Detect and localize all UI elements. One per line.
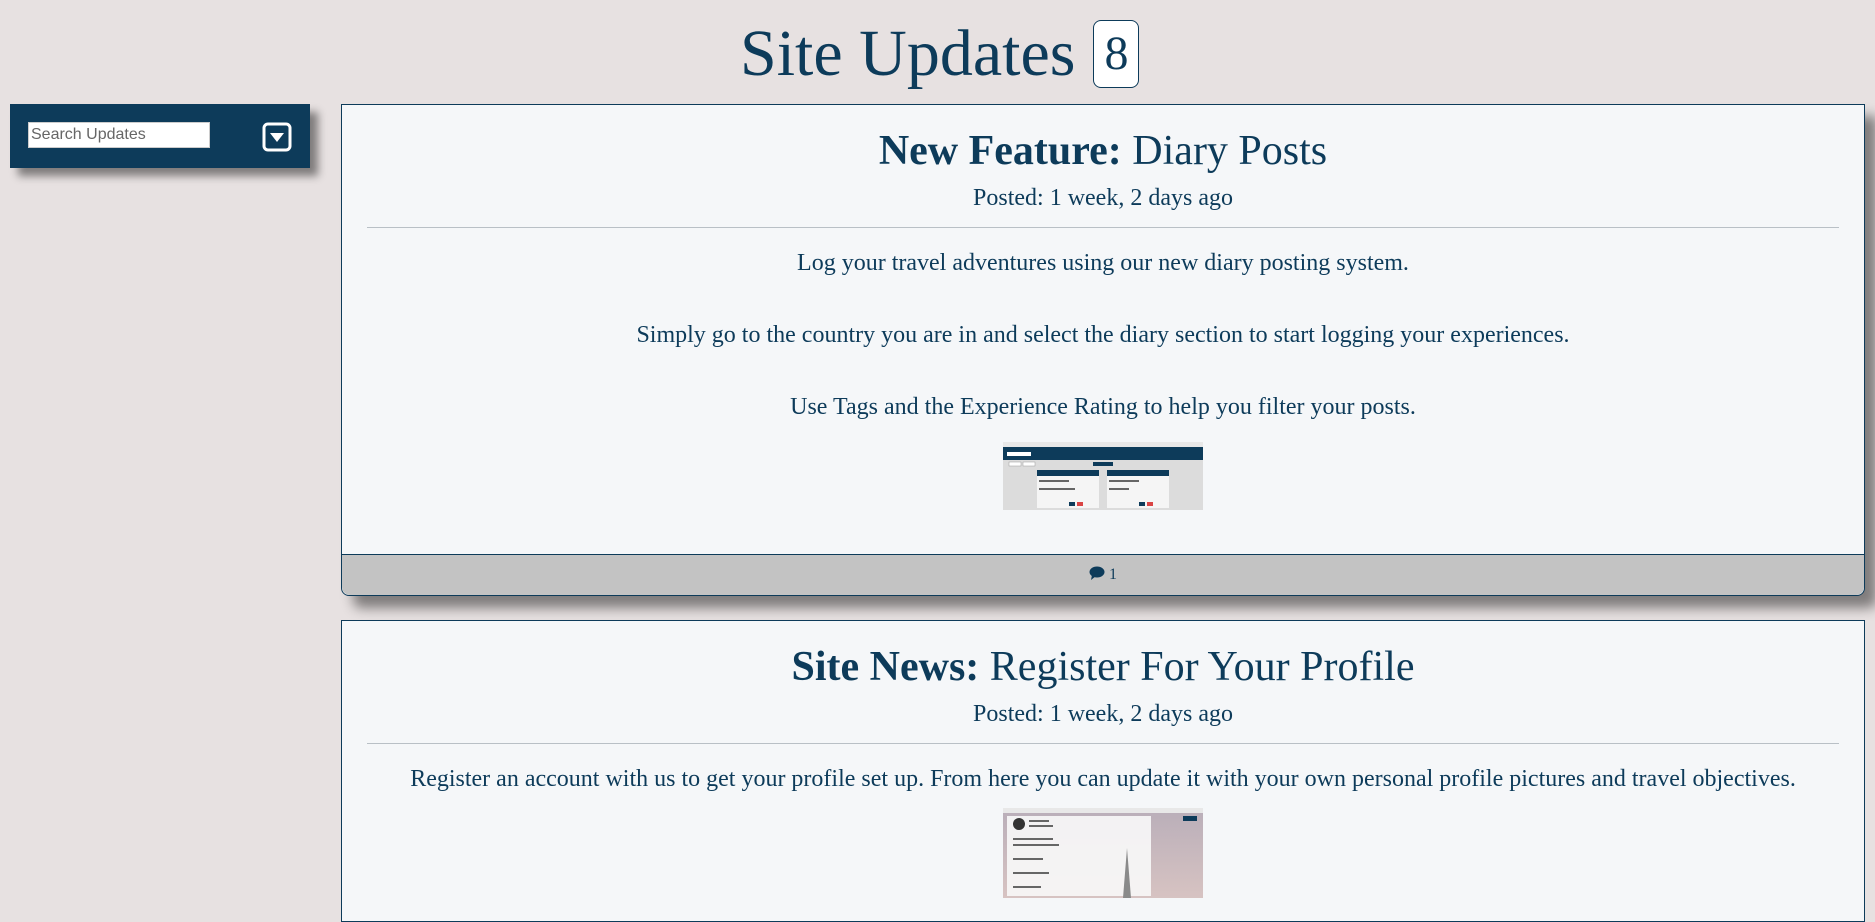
post-title: Register For Your Profile (989, 644, 1415, 690)
post-footer: 1 (342, 554, 1864, 595)
post-paragraph: Use Tags and the Experience Rating to he… (790, 394, 1416, 420)
speech-bubble-icon[interactable] (1089, 566, 1105, 585)
divider (367, 743, 1839, 744)
diary-screenshot-thumbnail[interactable] (1003, 442, 1203, 510)
page-header: Site Updates 8 (740, 17, 1140, 90)
post-date: Posted: 1 week, 2 days ago (973, 701, 1233, 727)
post-paragraph: Simply go to the country you are in and … (636, 322, 1570, 348)
divider (367, 227, 1839, 228)
page-title: Site Updates (740, 17, 1076, 90)
update-card: New Feature: Diary Posts Posted: 1 week,… (341, 104, 1865, 596)
post-category: New Feature: (878, 128, 1122, 174)
post-heading: Site News: Register For Your Profile (342, 643, 1864, 691)
post-paragraph: Log your travel adventures using our new… (797, 250, 1409, 276)
post-date: Posted: 1 week, 2 days ago (973, 185, 1233, 211)
post-title: Diary Posts (1132, 128, 1328, 174)
profile-screenshot-thumbnail[interactable] (1003, 808, 1203, 898)
comment-count[interactable]: 1 (1109, 566, 1117, 584)
post-category: Site News: (791, 644, 980, 690)
update-card: Site News: Register For Your Profile Pos… (341, 620, 1865, 922)
search-input[interactable] (28, 122, 210, 148)
updates-count-badge: 8 (1093, 20, 1140, 88)
post-heading: New Feature: Diary Posts (342, 127, 1864, 175)
post-paragraph: Register an account with us to get your … (410, 766, 1796, 792)
caret-down-square-icon[interactable] (262, 122, 292, 157)
